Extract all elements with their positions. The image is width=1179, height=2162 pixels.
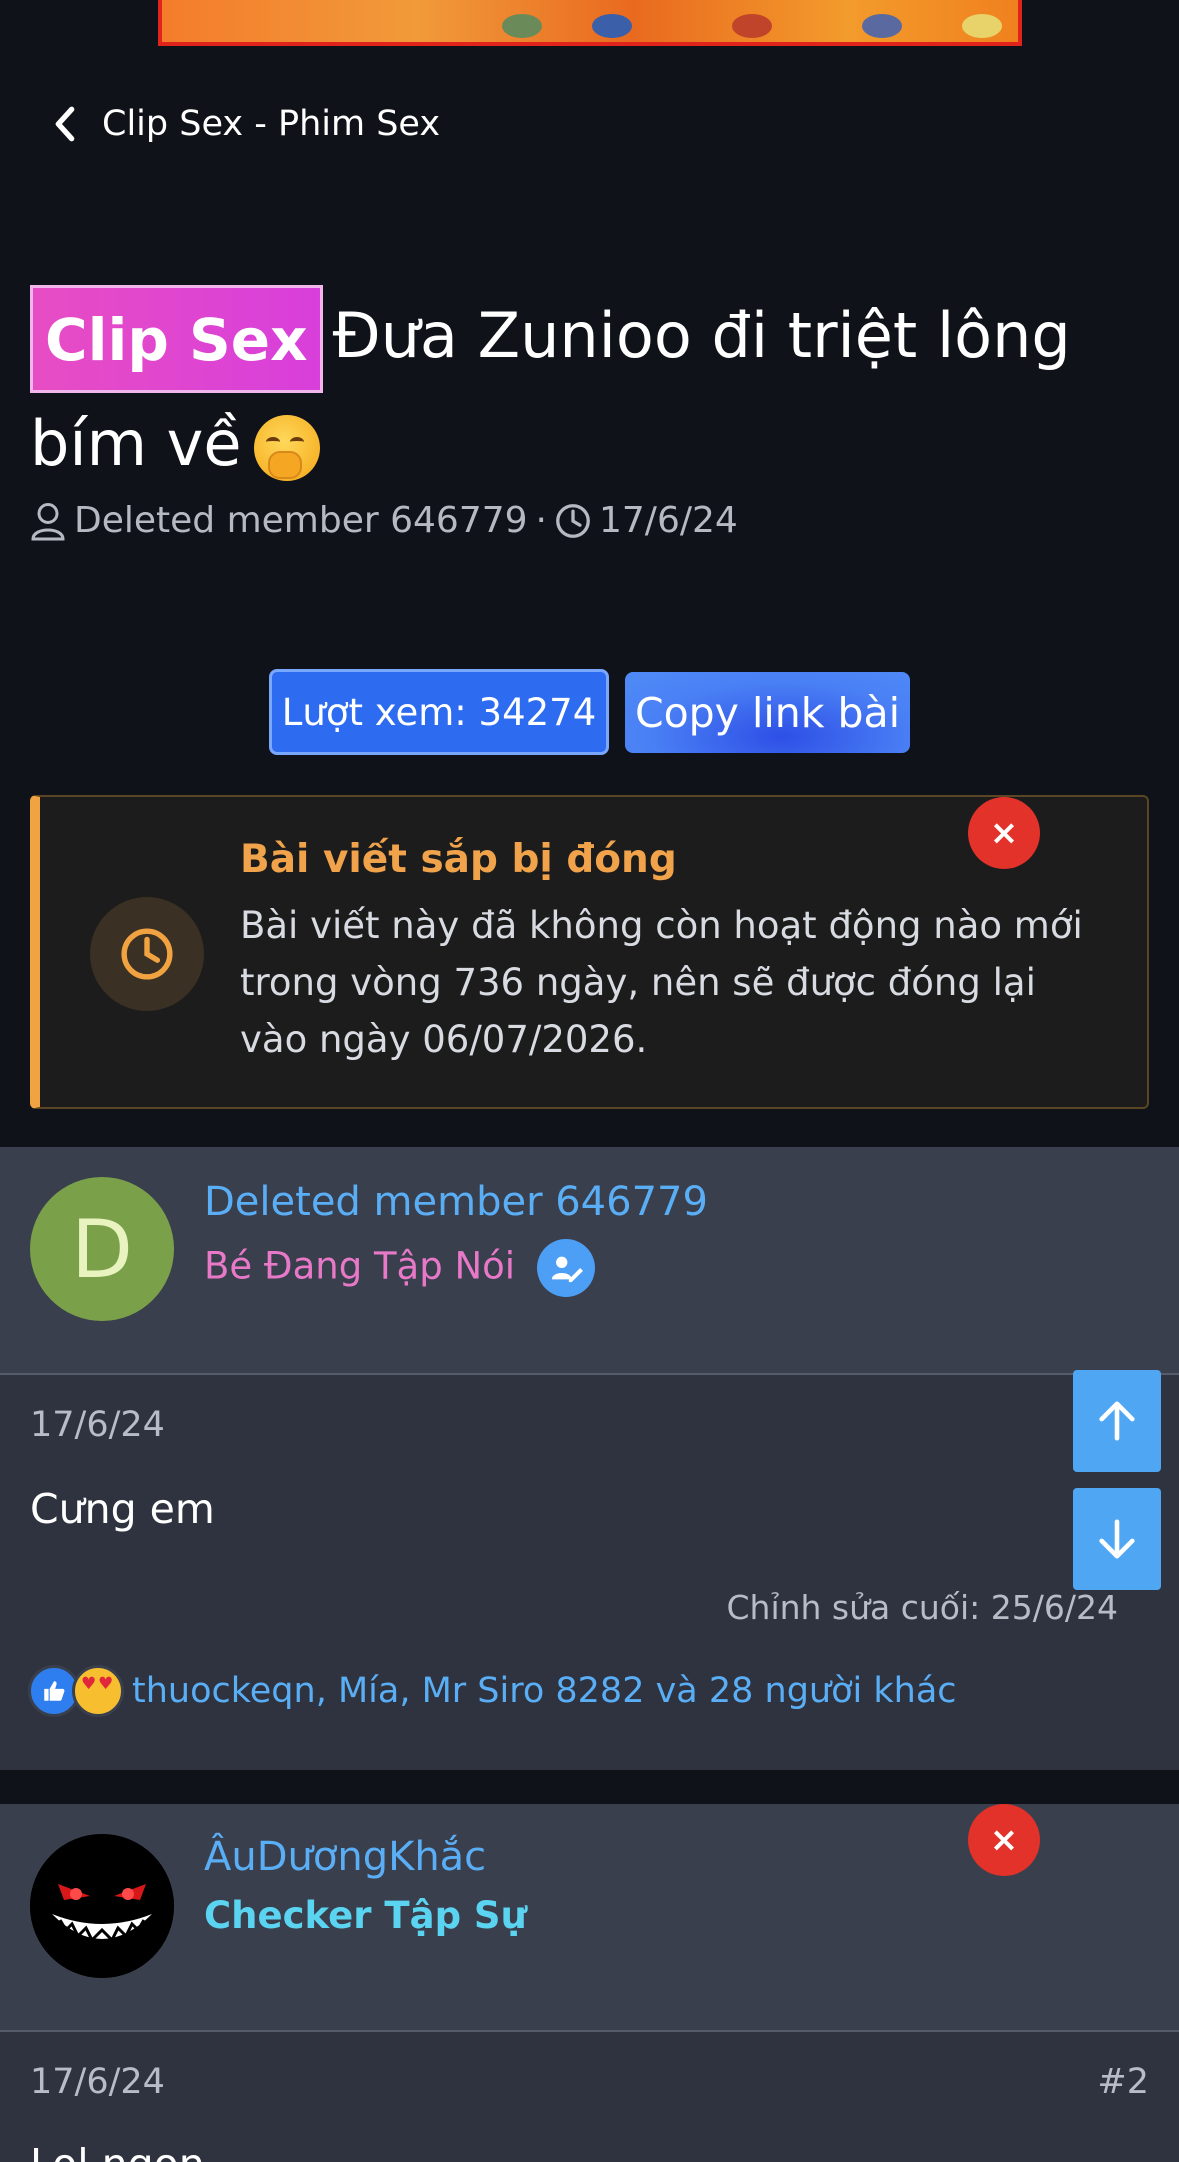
post-2-user-header: ÂuDươngKhắc Checker Tập Sự ×	[0, 1804, 1179, 2032]
banner-figure	[732, 14, 772, 38]
post-2-body: 17/6/24 #2 Lol ngon	[0, 2032, 1179, 2162]
post-1-edited: Chỉnh sửa cuối: 25/6/24	[726, 1588, 1118, 1627]
notice-close-button[interactable]: ×	[968, 797, 1040, 869]
banner-figure	[592, 14, 632, 38]
post-1-body: 17/6/24 Cưng em Chỉnh sửa cuối: 25/6/24 …	[0, 1375, 1179, 1770]
user-edit-badge-icon	[536, 1239, 595, 1297]
back-link-label: Clip Sex - Phim Sex	[102, 104, 441, 144]
banner-figure	[862, 14, 902, 38]
post-1-reactions[interactable]: thuockeqn, Mía, Mr Siro 8282 và 28 người…	[28, 1665, 957, 1717]
post-1-date[interactable]: 17/6/24	[30, 1405, 165, 1445]
post-2-content: Lol ngon	[30, 2140, 205, 2162]
post-2-rank: Checker Tập Sự	[204, 1894, 527, 1937]
banner-figure	[962, 14, 1002, 38]
notice-body: Bài viết này đã không còn hoạt động nào …	[240, 904, 1083, 1061]
post-1-username[interactable]: Deleted member 646779	[204, 1179, 708, 1225]
scroll-up-button[interactable]	[1073, 1370, 1161, 1472]
thread-meta: Deleted member 646779 · 17/6/24	[30, 500, 738, 541]
post-2-close-button[interactable]: ×	[968, 1804, 1040, 1876]
copy-link-button[interactable]: Copy link bài	[625, 672, 910, 753]
notice-title: Bài viết sắp bị đóng	[240, 837, 677, 882]
post-2-username[interactable]: ÂuDươngKhắc	[204, 1834, 486, 1880]
banner-figure	[502, 14, 542, 38]
meta-separator: ·	[535, 500, 547, 541]
views-button[interactable]: Lượt xem: 34274	[269, 669, 609, 755]
post-1-user-header: D Deleted member 646779 Bé Đang Tập Nói	[0, 1147, 1179, 1375]
face-with-hand-over-mouth-icon	[253, 414, 320, 481]
post-1-content: Cưng em	[30, 1485, 215, 1533]
top-banner[interactable]	[158, 0, 1022, 46]
post-2-date[interactable]: 17/6/24	[30, 2062, 165, 2102]
chevron-left-icon	[55, 106, 75, 142]
post-2-number[interactable]: #2	[1097, 2062, 1149, 2102]
back-link[interactable]: Clip Sex - Phim Sex	[50, 104, 440, 144]
post-1-rank-label: Bé Đang Tập Nói	[204, 1244, 516, 1288]
closing-notice: Bài viết sắp bị đóng Bài viết này đã khô…	[30, 795, 1149, 1109]
thread-author[interactable]: Deleted member 646779	[74, 500, 528, 541]
arrow-down-icon	[1099, 1519, 1135, 1559]
user-icon	[31, 502, 65, 540]
scroll-down-button[interactable]	[1073, 1488, 1161, 1590]
grinning-shadow-face-icon	[30, 1834, 174, 1978]
notice-clock-icon	[90, 897, 204, 1011]
clock-icon	[556, 503, 590, 538]
thread-date[interactable]: 17/6/24	[599, 500, 738, 541]
prefix-tag[interactable]: Clip Sex	[30, 285, 323, 393]
thread-title: Clip Sex Đưa Zunioo đi triệt lông bím về	[30, 285, 1155, 495]
arrow-up-icon	[1099, 1401, 1135, 1441]
avatar[interactable]	[30, 1834, 174, 1978]
post-1-rank: Bé Đang Tập Nói	[204, 1239, 595, 1297]
avatar[interactable]: D	[30, 1177, 174, 1321]
post-1-reaction-users[interactable]: thuockeqn, Mía, Mr Siro 8282 và 28 người…	[132, 1671, 957, 1711]
heart-eyes-icon	[72, 1665, 124, 1717]
